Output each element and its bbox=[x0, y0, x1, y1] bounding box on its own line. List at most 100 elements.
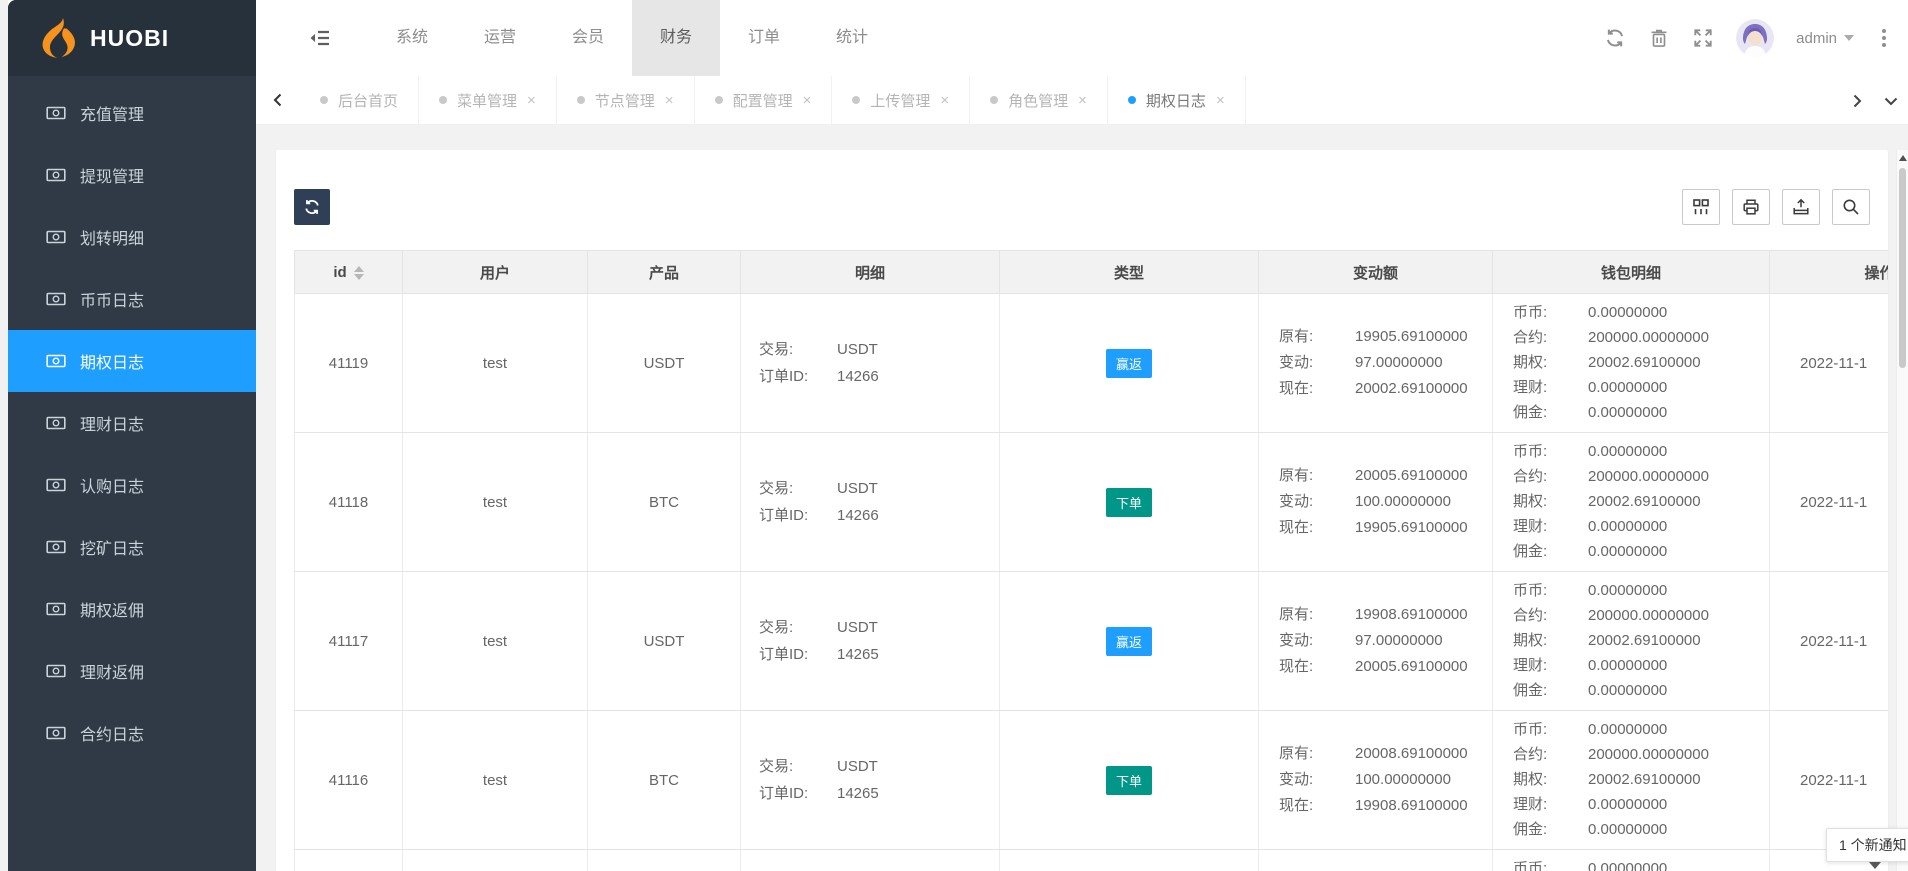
tab[interactable]: 角色管理 × bbox=[970, 76, 1108, 124]
wallet-value: 20002.69100000 bbox=[1588, 354, 1701, 371]
refresh-icon[interactable] bbox=[1604, 27, 1626, 49]
vertical-scrollbar[interactable] bbox=[1896, 150, 1908, 871]
tab[interactable]: 配置管理 × bbox=[695, 76, 833, 124]
chevron-right-icon[interactable] bbox=[1840, 76, 1874, 125]
tab-dot-icon bbox=[320, 96, 328, 104]
sidebar-item[interactable]: 合约日志 bbox=[8, 702, 256, 764]
change-label: 原有: bbox=[1279, 741, 1355, 767]
wallet-cell: 币币:0.00000000合约:200000.00000000期权:20002.… bbox=[1493, 711, 1770, 850]
tab-bar-controls bbox=[1840, 76, 1908, 125]
wallet-value: 0.00000000 bbox=[1588, 721, 1667, 738]
chevron-left-icon[interactable] bbox=[256, 76, 300, 124]
id-cell: 41119 bbox=[295, 294, 403, 433]
columns-button[interactable] bbox=[1682, 189, 1720, 225]
notification-toast[interactable]: 1 个新通知 bbox=[1826, 828, 1908, 862]
top-nav-item[interactable]: 订单 bbox=[720, 0, 808, 76]
table-row: 41116 test BTC 交易:USDT订单ID:14265 下单 bbox=[295, 711, 1889, 850]
table-header: id 用户 产品 明细 类型 变动额 钱包明细 操作 bbox=[295, 251, 1889, 294]
top-header: 系统运营会员财务订单统计 bbox=[256, 0, 1908, 76]
top-nav-item[interactable]: 统计 bbox=[808, 0, 896, 76]
banknote-icon bbox=[46, 661, 66, 681]
sidebar-item[interactable]: 理财返佣 bbox=[8, 640, 256, 702]
sidebar-item[interactable]: 期权日志 bbox=[8, 330, 256, 392]
top-nav-item[interactable]: 财务 bbox=[632, 0, 720, 76]
change-label: 变动: bbox=[1279, 767, 1355, 793]
table-row: 41117 test USDT 交易:USDT订单ID:14265 赢返 bbox=[295, 572, 1889, 711]
tab[interactable]: 上传管理 × bbox=[832, 76, 970, 124]
scrollbar-thumb[interactable] bbox=[1899, 168, 1906, 368]
sidebar-item[interactable]: 理财日志 bbox=[8, 392, 256, 454]
detail-label: 订单ID: bbox=[759, 502, 837, 529]
wallet-value: 0.00000000 bbox=[1588, 379, 1667, 396]
sidebar-item[interactable]: 挖矿日志 bbox=[8, 516, 256, 578]
wallet-label: 币币: bbox=[1513, 300, 1588, 325]
sidebar-item-label: 期权返佣 bbox=[80, 597, 144, 621]
wallet-label: 理财: bbox=[1513, 653, 1588, 678]
trash-icon[interactable] bbox=[1648, 27, 1670, 49]
tab-close-icon[interactable]: × bbox=[940, 92, 949, 109]
print-button[interactable] bbox=[1732, 189, 1770, 225]
wallet-value: 0.00000000 bbox=[1588, 860, 1667, 871]
type-cell bbox=[1000, 850, 1259, 871]
banknote-icon bbox=[46, 351, 66, 371]
more-vertical-icon[interactable] bbox=[1876, 27, 1892, 49]
tab-close-icon[interactable]: × bbox=[1216, 92, 1225, 109]
id-cell: 41117 bbox=[295, 572, 403, 711]
sidebar-item[interactable]: 币币日志 bbox=[8, 268, 256, 330]
sidebar-item[interactable]: 充值管理 bbox=[8, 82, 256, 144]
tab[interactable]: 期权日志 × bbox=[1108, 76, 1246, 124]
wallet-label: 理财: bbox=[1513, 514, 1588, 539]
sidebar-item[interactable]: 提现管理 bbox=[8, 144, 256, 206]
tab-close-icon[interactable]: × bbox=[803, 92, 812, 109]
sort-icon[interactable] bbox=[354, 266, 364, 280]
sidebar-item[interactable]: 划转明细 bbox=[8, 206, 256, 268]
type-cell: 赢返 bbox=[1000, 572, 1259, 711]
tab[interactable]: 节点管理 × bbox=[557, 76, 695, 124]
top-nav-item[interactable]: 运营 bbox=[456, 0, 544, 76]
brand-logo[interactable]: HUOBI bbox=[8, 0, 256, 76]
user-menu[interactable]: admin bbox=[1796, 30, 1854, 47]
top-nav-item[interactable]: 系统 bbox=[368, 0, 456, 76]
wallet-value: 200000.00000000 bbox=[1588, 468, 1709, 485]
scroll-up-icon[interactable] bbox=[1899, 155, 1907, 161]
detail-cell: 交易:USDT订单ID:14266 bbox=[741, 294, 1000, 433]
detail-value: 14265 bbox=[837, 646, 879, 663]
sidebar-item[interactable]: 认购日志 bbox=[8, 454, 256, 516]
refresh-table-button[interactable] bbox=[294, 189, 330, 225]
tab-close-icon[interactable]: × bbox=[527, 92, 536, 109]
column-header-id[interactable]: id bbox=[295, 251, 403, 294]
fullscreen-icon[interactable] bbox=[1692, 27, 1714, 49]
top-nav: 系统运营会员财务订单统计 bbox=[368, 0, 896, 76]
wallet-value: 200000.00000000 bbox=[1588, 607, 1709, 624]
product-cell: USDT bbox=[588, 294, 741, 433]
user-cell: test bbox=[403, 572, 588, 711]
wallet-label: 币币: bbox=[1513, 856, 1588, 871]
wallet-value: 200000.00000000 bbox=[1588, 329, 1709, 346]
tab-close-icon[interactable]: × bbox=[1078, 92, 1087, 109]
banknote-icon bbox=[46, 103, 66, 123]
top-nav-item[interactable]: 会员 bbox=[544, 0, 632, 76]
type-cell: 下单 bbox=[1000, 433, 1259, 572]
chevron-down-icon[interactable] bbox=[1874, 76, 1908, 125]
wallet-label: 合约: bbox=[1513, 464, 1588, 489]
wallet-label: 理财: bbox=[1513, 375, 1588, 400]
wallet-value: 200000.00000000 bbox=[1588, 746, 1709, 763]
detail-value: USDT bbox=[837, 480, 878, 497]
avatar[interactable] bbox=[1736, 19, 1774, 57]
change-value: 100.00000000 bbox=[1355, 493, 1451, 510]
export-button[interactable] bbox=[1782, 189, 1820, 225]
change-cell: 原有:20008.69100000变动:100.00000000现在:19908… bbox=[1259, 711, 1493, 850]
sidebar-item[interactable]: 期权返佣 bbox=[8, 578, 256, 640]
tab-close-icon[interactable]: × bbox=[665, 92, 674, 109]
tab-label: 菜单管理 bbox=[457, 90, 517, 111]
detail-label: 订单ID: bbox=[759, 363, 837, 390]
change-label: 现在: bbox=[1279, 793, 1355, 819]
detail-label: 交易: bbox=[759, 753, 837, 780]
fold-menu-icon[interactable] bbox=[308, 25, 334, 51]
column-header-user: 用户 bbox=[403, 251, 588, 294]
wallet-cell: 币币:0.00000000 bbox=[1493, 850, 1770, 871]
tab[interactable]: 菜单管理 × bbox=[419, 76, 557, 124]
product-cell: BTC bbox=[588, 711, 741, 850]
tab[interactable]: 后台首页 × bbox=[300, 76, 419, 124]
search-button[interactable] bbox=[1832, 189, 1870, 225]
